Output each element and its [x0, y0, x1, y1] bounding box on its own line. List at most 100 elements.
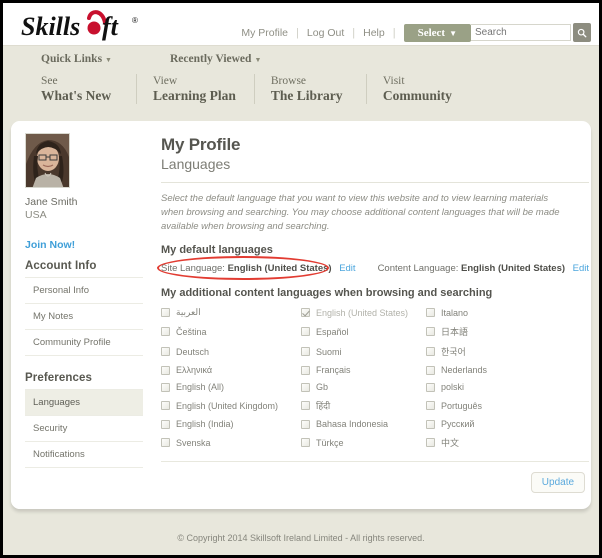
language-label: Español	[316, 327, 349, 337]
content-language-edit-link[interactable]: Edit	[573, 263, 589, 274]
language-checkbox-item[interactable]: Türkçe	[301, 434, 426, 451]
language-checkbox-item[interactable]: 日本語	[426, 323, 589, 340]
checkbox-icon[interactable]	[301, 383, 310, 392]
chevron-down-icon: ▼	[254, 56, 261, 64]
language-checkbox-item[interactable]: polski	[426, 380, 589, 394]
language-label: Gb	[316, 382, 328, 392]
language-checkbox-item[interactable]: Nederlands	[426, 363, 589, 377]
header-link-log-out[interactable]: Log Out	[299, 27, 352, 39]
header-utility-links: My Profile | Log Out | Help | Select▼	[233, 23, 591, 42]
nav-item-whats-new[interactable]: See What's New	[41, 74, 137, 104]
checkbox-icon[interactable]	[161, 308, 170, 317]
sidebar-item-personal-info[interactable]: Personal Info	[25, 277, 143, 304]
nav-quick-links-label: Quick Links	[41, 53, 102, 65]
sidebar-item-community-profile[interactable]: Community Profile	[25, 330, 143, 356]
checkbox-icon[interactable]	[426, 401, 435, 410]
checkbox-icon[interactable]	[426, 438, 435, 447]
language-checkbox-item[interactable]: Deutsch	[161, 343, 301, 360]
checkbox-icon[interactable]	[161, 401, 170, 410]
language-checkbox-item[interactable]: Suomi	[301, 343, 426, 360]
nav-quick-links[interactable]: Quick Links▼	[41, 53, 112, 65]
header-link-help[interactable]: Help	[355, 27, 393, 39]
join-now-link[interactable]: Join Now!	[25, 239, 143, 251]
nav-item-community[interactable]: Visit Community	[383, 74, 479, 104]
language-label: polski	[441, 382, 464, 392]
sidebar-item-languages[interactable]: Languages	[25, 389, 143, 416]
update-button[interactable]: Update	[531, 472, 585, 493]
nav-item-learning-plan[interactable]: View Learning Plan	[153, 74, 255, 104]
svg-text:ft: ft	[102, 12, 119, 41]
language-checkbox-item[interactable]: Ελληνικά	[161, 363, 301, 377]
header-link-my-profile[interactable]: My Profile	[233, 27, 296, 39]
checkbox-icon[interactable]	[161, 327, 170, 336]
language-checkbox-item[interactable]: Svenska	[161, 434, 301, 451]
checkbox-icon[interactable]	[301, 420, 310, 429]
checkbox-icon[interactable]	[426, 347, 435, 356]
language-label: Čeština	[176, 327, 207, 337]
language-checkbox-item[interactable]: English (India)	[161, 417, 301, 431]
svg-text:Skills: Skills	[21, 12, 80, 41]
footer-link-privacy[interactable]: Privacy and Cookie Policy	[193, 554, 329, 558]
checkbox-icon[interactable]	[301, 347, 310, 356]
action-row: Update	[161, 462, 589, 499]
language-checkbox-item[interactable]: English (All)	[161, 380, 301, 394]
sidebar-item-security[interactable]: Security	[25, 416, 143, 442]
language-checkbox-item[interactable]: Português	[426, 397, 589, 414]
user-name: Jane Smith	[25, 196, 143, 208]
main-navigation: Quick Links▼ Recently Viewed▼ See What's…	[3, 45, 599, 113]
language-checkbox-item[interactable]: Bahasa Indonesia	[301, 417, 426, 431]
sidebar-item-notifications[interactable]: Notifications	[25, 442, 143, 468]
search-scope-select[interactable]: Select▼	[404, 24, 471, 42]
site-header: Skills ft ® My Profile | Log Out | Help …	[3, 3, 599, 45]
language-label: English (India)	[176, 419, 234, 429]
site-footer: © Copyright 2014 Skillsoft Ireland Limit…	[3, 519, 599, 558]
additional-languages-heading: My additional content languages when bro…	[161, 287, 589, 299]
search-icon	[577, 28, 587, 38]
language-checkbox-item[interactable]: Français	[301, 363, 426, 377]
checkbox-icon[interactable]	[301, 401, 310, 410]
checkbox-icon[interactable]	[161, 420, 170, 429]
search-button[interactable]	[573, 23, 591, 42]
search-input[interactable]	[471, 24, 571, 41]
language-checkbox-item[interactable]: 中文	[426, 434, 589, 451]
site-language-edit-link[interactable]: Edit	[339, 263, 355, 274]
copyright-text: © Copyright 2014 Skillsoft Ireland Limit…	[3, 533, 599, 543]
checkbox-icon[interactable]	[426, 327, 435, 336]
sidebar-item-my-notes[interactable]: My Notes	[25, 304, 143, 330]
language-checkbox-item[interactable]: Русский	[426, 417, 589, 431]
checkbox-icon[interactable]	[426, 420, 435, 429]
checkbox-icon[interactable]	[301, 308, 310, 317]
browser-page: Skills ft ® My Profile | Log Out | Help …	[0, 0, 602, 558]
checkbox-icon[interactable]	[426, 366, 435, 375]
language-checkbox-item[interactable]: Čeština	[161, 323, 301, 340]
language-label: 한국어	[441, 345, 466, 358]
language-label: العربية	[176, 307, 201, 318]
content-language-label: Content Language:	[378, 263, 459, 274]
language-checkbox-item[interactable]: Gb	[301, 380, 426, 394]
checkbox-icon[interactable]	[161, 347, 170, 356]
language-checkbox-item[interactable]: हिंदी	[301, 397, 426, 414]
checkbox-icon[interactable]	[426, 308, 435, 317]
checkbox-icon[interactable]	[161, 383, 170, 392]
language-checkbox-item[interactable]: Italano	[426, 305, 589, 320]
language-label: English (United States)	[316, 308, 408, 318]
language-checkbox-item[interactable]: English (United States)	[301, 305, 426, 320]
language-checkbox-item[interactable]: 한국어	[426, 343, 589, 360]
skillsoft-logo[interactable]: Skills ft ®	[21, 9, 141, 41]
header-link-separator: |	[393, 27, 396, 39]
nav-item-the-library[interactable]: Browse The Library	[271, 74, 367, 104]
language-checkbox-item[interactable]: Español	[301, 323, 426, 340]
sidebar-account-list: Personal Info My Notes Community Profile	[25, 277, 143, 356]
checkbox-icon[interactable]	[301, 366, 310, 375]
checkbox-icon[interactable]	[301, 327, 310, 336]
checkbox-icon[interactable]	[161, 438, 170, 447]
checkbox-icon[interactable]	[301, 438, 310, 447]
checkbox-icon[interactable]	[161, 366, 170, 375]
checkbox-icon[interactable]	[426, 383, 435, 392]
nav-recently-viewed[interactable]: Recently Viewed▼	[170, 53, 261, 65]
nav-item-line1: Browse	[271, 74, 348, 88]
language-label: Deutsch	[176, 347, 209, 357]
footer-link-terms[interactable]: Terms of Use	[332, 554, 409, 558]
language-checkbox-item[interactable]: English (United Kingdom)	[161, 397, 301, 414]
language-checkbox-item[interactable]: العربية	[161, 305, 301, 320]
